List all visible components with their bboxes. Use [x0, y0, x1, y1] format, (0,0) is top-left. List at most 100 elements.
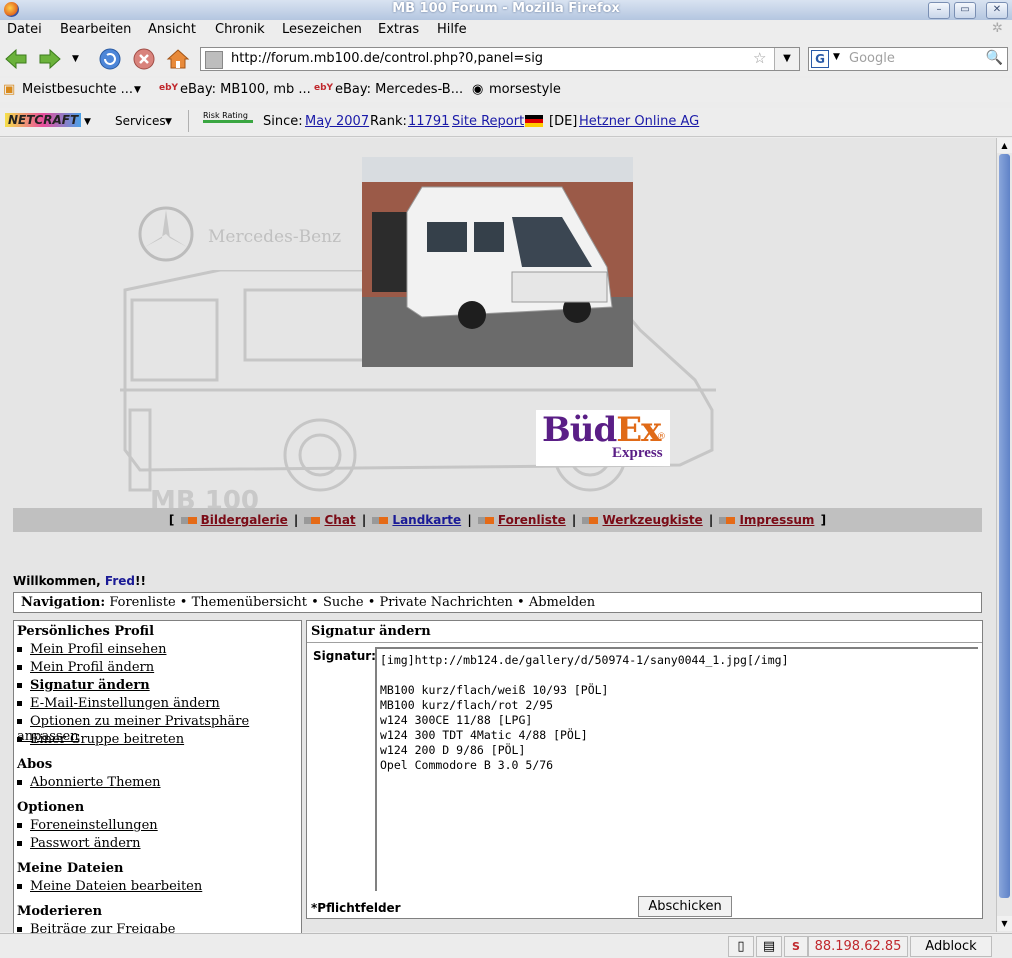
- link-passwort-aendern[interactable]: Passwort ändern: [30, 836, 141, 851]
- window-titlebar: MB 100 Forum - Mozilla Firefox – ▭ ✕: [0, 0, 1012, 21]
- services-menu[interactable]: Services: [115, 114, 166, 128]
- history-dropdown[interactable]: ▼: [72, 47, 86, 71]
- home-icon: [166, 49, 190, 69]
- adblock-button[interactable]: Adblock: [910, 936, 992, 957]
- link-dateien-bearbeiten[interactable]: Meine Dateien bearbeiten: [30, 879, 202, 894]
- signature-textarea[interactable]: [img]http://mb124.de/gallery/d/50974-1/s…: [375, 647, 978, 891]
- nav-private-nachrichten[interactable]: Private Nachrichten: [380, 595, 513, 610]
- url-bar[interactable]: http://forum.mb100.de/control.php?0,pane…: [200, 47, 800, 71]
- submit-button[interactable]: Abschicken: [638, 896, 732, 917]
- host-link[interactable]: Hetzner Online AG: [579, 114, 699, 129]
- page-favicon-icon: [205, 51, 223, 69]
- link-forenliste[interactable]: Forenliste: [498, 513, 566, 527]
- signature-line[interactable]: MB100 kurz/flach/weiß 10/93 [PÖL]: [380, 683, 608, 697]
- link-mein-profil-aendern[interactable]: Mein Profil ändern: [30, 660, 154, 675]
- link-landkarte[interactable]: Landkarte: [392, 513, 461, 527]
- engine-dropdown-icon[interactable]: ▼: [833, 52, 840, 62]
- link-foreneinstellungen[interactable]: Foreneinstellungen: [30, 818, 158, 833]
- mercedes-star-icon: [138, 206, 194, 262]
- nav-abmelden[interactable]: Abmelden: [529, 595, 595, 610]
- chevron-down-icon[interactable]: ▼: [134, 85, 141, 95]
- signature-line[interactable]: w124 300CE 11/88 [LPG]: [380, 713, 532, 727]
- link-bildergalerie[interactable]: Bildergalerie: [201, 513, 288, 527]
- maximize-button[interactable]: ▭: [954, 2, 976, 19]
- nav-suche[interactable]: Suche: [323, 595, 364, 610]
- page-scrollbar[interactable]: ▲ ▼: [996, 138, 1012, 932]
- link-signatur-aendern[interactable]: Signatur ändern: [30, 678, 150, 693]
- bookmark-ebay-mb100[interactable]: eBay: MB100, mb ...: [180, 82, 311, 97]
- menu-extras[interactable]: Extras: [378, 22, 419, 37]
- since-link[interactable]: May 2007: [305, 114, 369, 129]
- bookmark-ebay-mercedes[interactable]: eBay: Mercedes-B...: [335, 82, 463, 97]
- bookmark-meistbesuchte[interactable]: Meistbesuchte ...: [22, 82, 133, 97]
- nav-forenliste[interactable]: Forenliste: [109, 595, 175, 610]
- bullet-icon: [17, 665, 22, 670]
- arrow-icon: [582, 517, 599, 524]
- menu-lesezeichen[interactable]: Lesezeichen: [282, 22, 362, 37]
- page-info-icon[interactable]: ▯: [728, 936, 754, 957]
- menu-bearbeiten[interactable]: Bearbeiten: [60, 22, 131, 37]
- signature-line[interactable]: Opel Commodore B 3.0 5/76: [380, 758, 553, 772]
- link-werkzeugkiste[interactable]: Werkzeugkiste: [602, 513, 702, 527]
- menu-item[interactable]: Mein Profil einsehen: [17, 642, 166, 657]
- welcome-prefix: Willkommen,: [13, 574, 101, 588]
- signature-line[interactable]: [img]http://mb124.de/gallery/d/50974-1/s…: [380, 653, 789, 667]
- menu-item[interactable]: Abonnierte Themen: [17, 775, 161, 790]
- status-bar: ▯ ▤ S 88.198.62.85 Adblock: [0, 933, 1012, 958]
- menu-datei[interactable]: Datei: [7, 22, 42, 37]
- menu-item[interactable]: Passwort ändern: [17, 836, 141, 851]
- url-text[interactable]: http://forum.mb100.de/control.php?0,pane…: [231, 51, 543, 66]
- signature-panel: Signatur ändern Signatur: [img]http://mb…: [306, 620, 983, 919]
- url-dropdown-button[interactable]: ▼: [774, 48, 799, 70]
- link-email-einstellungen[interactable]: E-Mail-Einstellungen ändern: [30, 696, 220, 711]
- link-abonnierte-themen[interactable]: Abonnierte Themen: [30, 775, 161, 790]
- nav-themenuebersicht[interactable]: Themenübersicht: [192, 595, 307, 610]
- welcome-user[interactable]: Fred: [105, 574, 135, 588]
- site-report-link[interactable]: Site Report: [452, 114, 524, 129]
- menu-hilfe[interactable]: Hilfe: [437, 22, 467, 37]
- signature-line[interactable]: w124 300 TDT 4Matic 4/88 [PÖL]: [380, 728, 588, 742]
- welcome-suffix: !!: [135, 574, 146, 588]
- link-impressum[interactable]: Impressum: [739, 513, 814, 527]
- menu-ansicht[interactable]: Ansicht: [148, 22, 196, 37]
- required-fields-note: *Pflichtfelder: [311, 901, 401, 915]
- netcraft-logo[interactable]: NETCRAFT: [5, 113, 82, 127]
- menu-item[interactable]: Foreneinstellungen: [17, 818, 158, 833]
- google-engine-icon[interactable]: G: [811, 50, 829, 68]
- signature-line[interactable]: MB100 kurz/flach/rot 2/95: [380, 698, 553, 712]
- scrollbar-thumb[interactable]: [999, 154, 1010, 898]
- chevron-down-icon[interactable]: ▼: [165, 117, 172, 127]
- bookmark-morsestyle[interactable]: morsestyle: [489, 82, 561, 97]
- forward-button[interactable]: [38, 47, 62, 71]
- signature-line[interactable]: w124 200 D 9/86 [PÖL]: [380, 743, 525, 757]
- back-arrow-icon: [5, 48, 27, 70]
- search-placeholder[interactable]: Google: [849, 51, 895, 66]
- bullet-icon: [17, 737, 22, 742]
- menu-chronik[interactable]: Chronik: [215, 22, 265, 37]
- menu-item[interactable]: Mein Profil ändern: [17, 660, 154, 675]
- link-chat[interactable]: Chat: [324, 513, 355, 527]
- back-button[interactable]: [4, 47, 28, 71]
- search-bar[interactable]: G ▼ Google 🔍: [808, 47, 1008, 71]
- menu-item[interactable]: Einer Gruppe beitreten: [17, 732, 184, 747]
- scroll-up-icon[interactable]: ▲: [997, 138, 1012, 153]
- link-gruppe-beitreten[interactable]: Einer Gruppe beitreten: [30, 732, 184, 747]
- bookmark-star-icon[interactable]: ☆: [753, 49, 766, 67]
- close-window-button[interactable]: ✕: [986, 2, 1008, 19]
- rank-link[interactable]: 11791: [408, 114, 449, 129]
- bullet-icon: [17, 780, 22, 785]
- risk-rating-meter[interactable]: Risk Rating: [203, 111, 253, 123]
- menu-item-active[interactable]: Signatur ändern: [17, 678, 150, 693]
- link-mein-profil-einsehen[interactable]: Mein Profil einsehen: [30, 642, 166, 657]
- stop-button[interactable]: [132, 47, 156, 71]
- addon-icon[interactable]: ▤: [756, 936, 782, 957]
- menu-item[interactable]: Meine Dateien bearbeiten: [17, 879, 202, 894]
- menu-item[interactable]: E-Mail-Einstellungen ändern: [17, 696, 220, 711]
- search-icon[interactable]: 🔍: [986, 50, 1003, 66]
- home-button[interactable]: [166, 47, 190, 71]
- reload-button[interactable]: [98, 47, 122, 71]
- minimize-button[interactable]: –: [928, 2, 950, 19]
- security-icon[interactable]: S: [784, 936, 808, 957]
- scroll-down-icon[interactable]: ▼: [997, 916, 1012, 931]
- chevron-down-icon[interactable]: ▼: [84, 117, 91, 127]
